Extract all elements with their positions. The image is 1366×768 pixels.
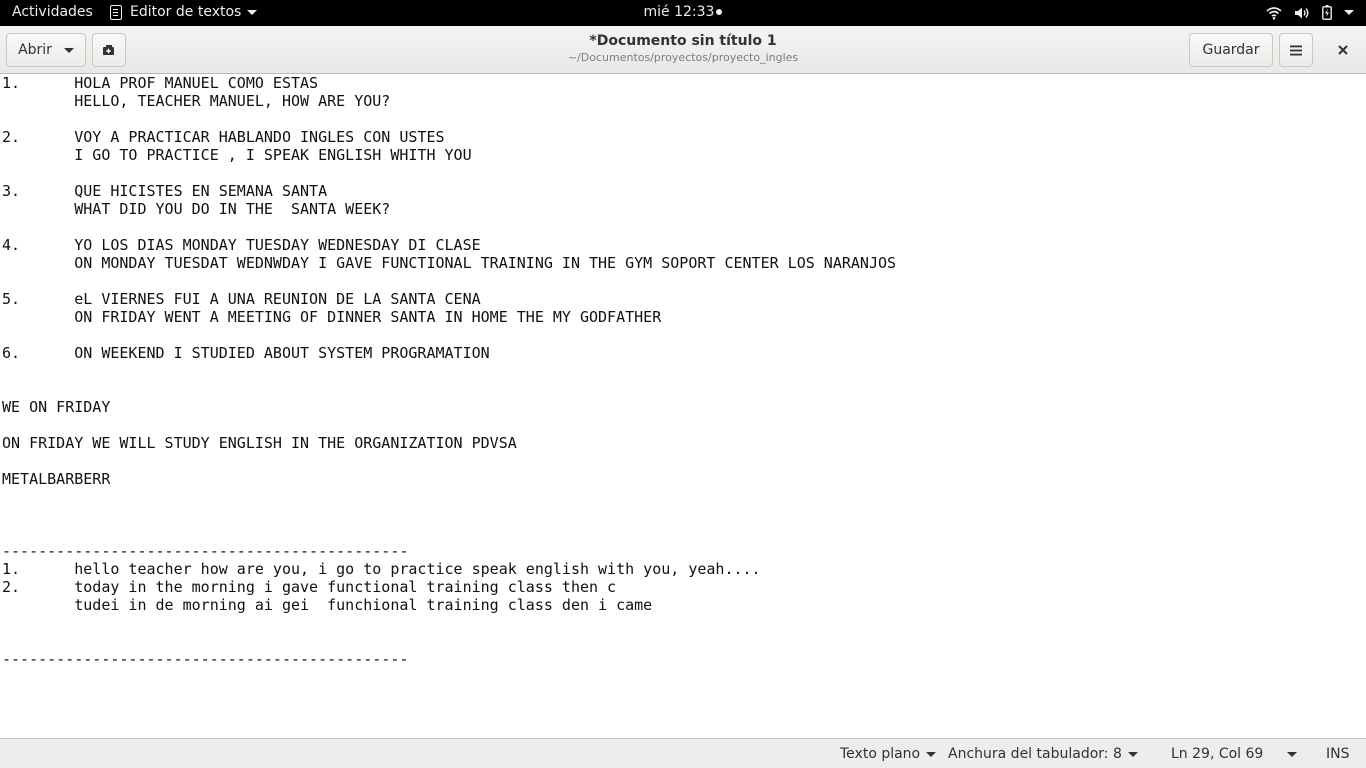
text-line[interactable]: [2, 218, 896, 236]
text-editor-area[interactable]: 1. HOLA PROF MANUEL COMO ESTAS HELLO, TE…: [0, 74, 1366, 738]
chevron-down-icon: [1127, 751, 1138, 757]
system-tray[interactable]: [1266, 5, 1354, 20]
battery-icon: [1322, 5, 1332, 20]
text-line[interactable]: 2. VOY A PRACTICAR HABLANDO INGLES CON U…: [2, 128, 896, 146]
text-line[interactable]: [2, 110, 896, 128]
text-line[interactable]: [2, 524, 896, 542]
text-line[interactable]: [2, 272, 896, 290]
header-bar: Abrir *Documento sin título 1 ~/Document…: [0, 26, 1366, 74]
activities-button[interactable]: Actividades: [12, 4, 93, 20]
menu-button[interactable]: [1279, 33, 1313, 67]
text-line[interactable]: 2. today in the morning i gave functiona…: [2, 578, 896, 596]
system-menu-chevron-icon: [1344, 10, 1354, 15]
text-line[interactable]: ON MONDAY TUESDAT WEDNWDAY I GAVE FUNCTI…: [2, 254, 896, 272]
text-line[interactable]: [2, 452, 896, 470]
text-line[interactable]: 5. eL VIERNES FUI A UNA REUNION DE LA SA…: [2, 290, 896, 308]
text-line[interactable]: [2, 380, 896, 398]
top-bar: Actividades Editor de textos mié 12:33: [0, 0, 1366, 26]
document-title: *Documento sin título 1: [589, 33, 777, 49]
text-line[interactable]: ON FRIDAY WENT A MEETING OF DINNER SANTA…: [2, 308, 896, 326]
tab-width-label: Anchura del tabulador: 8: [948, 746, 1122, 762]
clock[interactable]: mié 12:33: [644, 4, 715, 20]
text-line[interactable]: I GO TO PRACTICE , I SPEAK ENGLISH WHITH…: [2, 146, 896, 164]
text-line[interactable]: ON FRIDAY WE WILL STUDY ENGLISH IN THE O…: [2, 434, 896, 452]
text-line[interactable]: 1. HOLA PROF MANUEL COMO ESTAS: [2, 74, 896, 92]
save-button[interactable]: Guardar: [1189, 33, 1273, 67]
text-line[interactable]: [2, 164, 896, 182]
text-line[interactable]: [2, 506, 896, 524]
chevron-down-icon: [1287, 752, 1297, 757]
text-line[interactable]: 1. hello teacher how are you, i go to pr…: [2, 560, 896, 578]
wifi-icon: [1266, 6, 1282, 20]
notification-dot-icon: [716, 9, 723, 15]
cursor-position-label: Ln 29, Col 69: [1171, 746, 1264, 762]
text-line[interactable]: 3. QUE HICISTES EN SEMANA SANTA: [2, 182, 896, 200]
insert-mode-label: INS: [1326, 746, 1350, 762]
close-icon: [1338, 45, 1348, 55]
text-line[interactable]: [2, 614, 896, 632]
text-line[interactable]: 6. ON WEEKEND I STUDIED ABOUT SYSTEM PRO…: [2, 344, 896, 362]
text-line[interactable]: METALBARBERR: [2, 470, 896, 488]
close-window-button[interactable]: [1327, 33, 1359, 67]
language-selector[interactable]: Texto plano: [840, 746, 937, 762]
status-bar: Texto plano Anchura del tabulador: 8 Ln …: [0, 738, 1366, 768]
language-label: Texto plano: [840, 746, 921, 762]
insert-mode-indicator: INS: [1326, 746, 1350, 762]
document-path: ~/Documentos/proyectos/proyecto_ingles: [567, 51, 799, 64]
text-line[interactable]: [2, 362, 896, 380]
text-line[interactable]: [2, 488, 896, 506]
text-editor-icon: [110, 4, 122, 20]
tab-width-selector[interactable]: Anchura del tabulador: 8: [948, 746, 1138, 762]
text-line[interactable]: ----------------------------------------…: [2, 650, 896, 668]
text-line[interactable]: WE ON FRIDAY: [2, 398, 896, 416]
chevron-down-icon: [247, 9, 258, 15]
document-text[interactable]: 1. HOLA PROF MANUEL COMO ESTAS HELLO, TE…: [2, 74, 896, 668]
text-line[interactable]: HELLO, TEACHER MANUEL, HOW ARE YOU?: [2, 92, 896, 110]
app-menu[interactable]: Editor de textos: [110, 4, 258, 20]
text-line[interactable]: ----------------------------------------…: [2, 542, 896, 560]
chevron-down-icon: [926, 751, 937, 757]
hamburger-menu-icon: [1290, 45, 1302, 55]
text-line[interactable]: 4. YO LOS DIAS MONDAY TUESDAY WEDNESDAY …: [2, 236, 896, 254]
cursor-position-selector[interactable]: Ln 29, Col 69: [1171, 746, 1297, 762]
text-line[interactable]: tudei in de morning ai gei funchional tr…: [2, 596, 896, 614]
app-menu-label: Editor de textos: [130, 4, 242, 20]
text-line[interactable]: [2, 416, 896, 434]
text-line[interactable]: [2, 326, 896, 344]
save-button-label: Guardar: [1202, 42, 1260, 58]
text-line[interactable]: [2, 632, 896, 650]
text-line[interactable]: WHAT DID YOU DO IN THE SANTA WEEK?: [2, 200, 896, 218]
volume-icon: [1295, 7, 1309, 18]
